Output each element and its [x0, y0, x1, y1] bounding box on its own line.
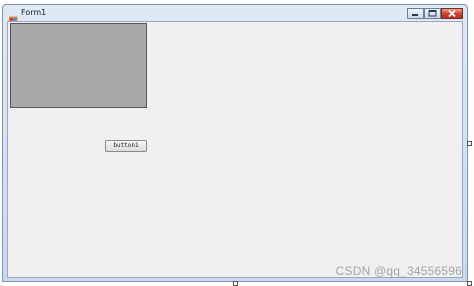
- maximize-icon: [428, 10, 437, 17]
- window-title: Form1: [21, 8, 47, 17]
- resize-grip-right[interactable]: [467, 141, 472, 146]
- resize-grip-corner[interactable]: [467, 281, 472, 286]
- form-client-area: button1: [7, 21, 463, 278]
- title-bar[interactable]: Form1: [3, 5, 467, 24]
- close-button[interactable]: [441, 8, 463, 19]
- minimize-icon: [412, 14, 418, 16]
- close-icon: [448, 9, 456, 18]
- form-designer-surface: Form1 button1 CSDN @qq_34556596: [0, 0, 474, 286]
- form-icon: [8, 9, 18, 24]
- watermark-text: CSDN @qq_34556596: [335, 264, 462, 278]
- form1-window: Form1 button1: [2, 4, 468, 282]
- resize-grip-bottom[interactable]: [233, 281, 238, 286]
- minimize-button[interactable]: [407, 8, 424, 19]
- caption-buttons: [407, 8, 463, 19]
- maximize-button[interactable]: [424, 8, 441, 19]
- button1[interactable]: button1: [105, 140, 147, 152]
- panel1[interactable]: [10, 23, 147, 108]
